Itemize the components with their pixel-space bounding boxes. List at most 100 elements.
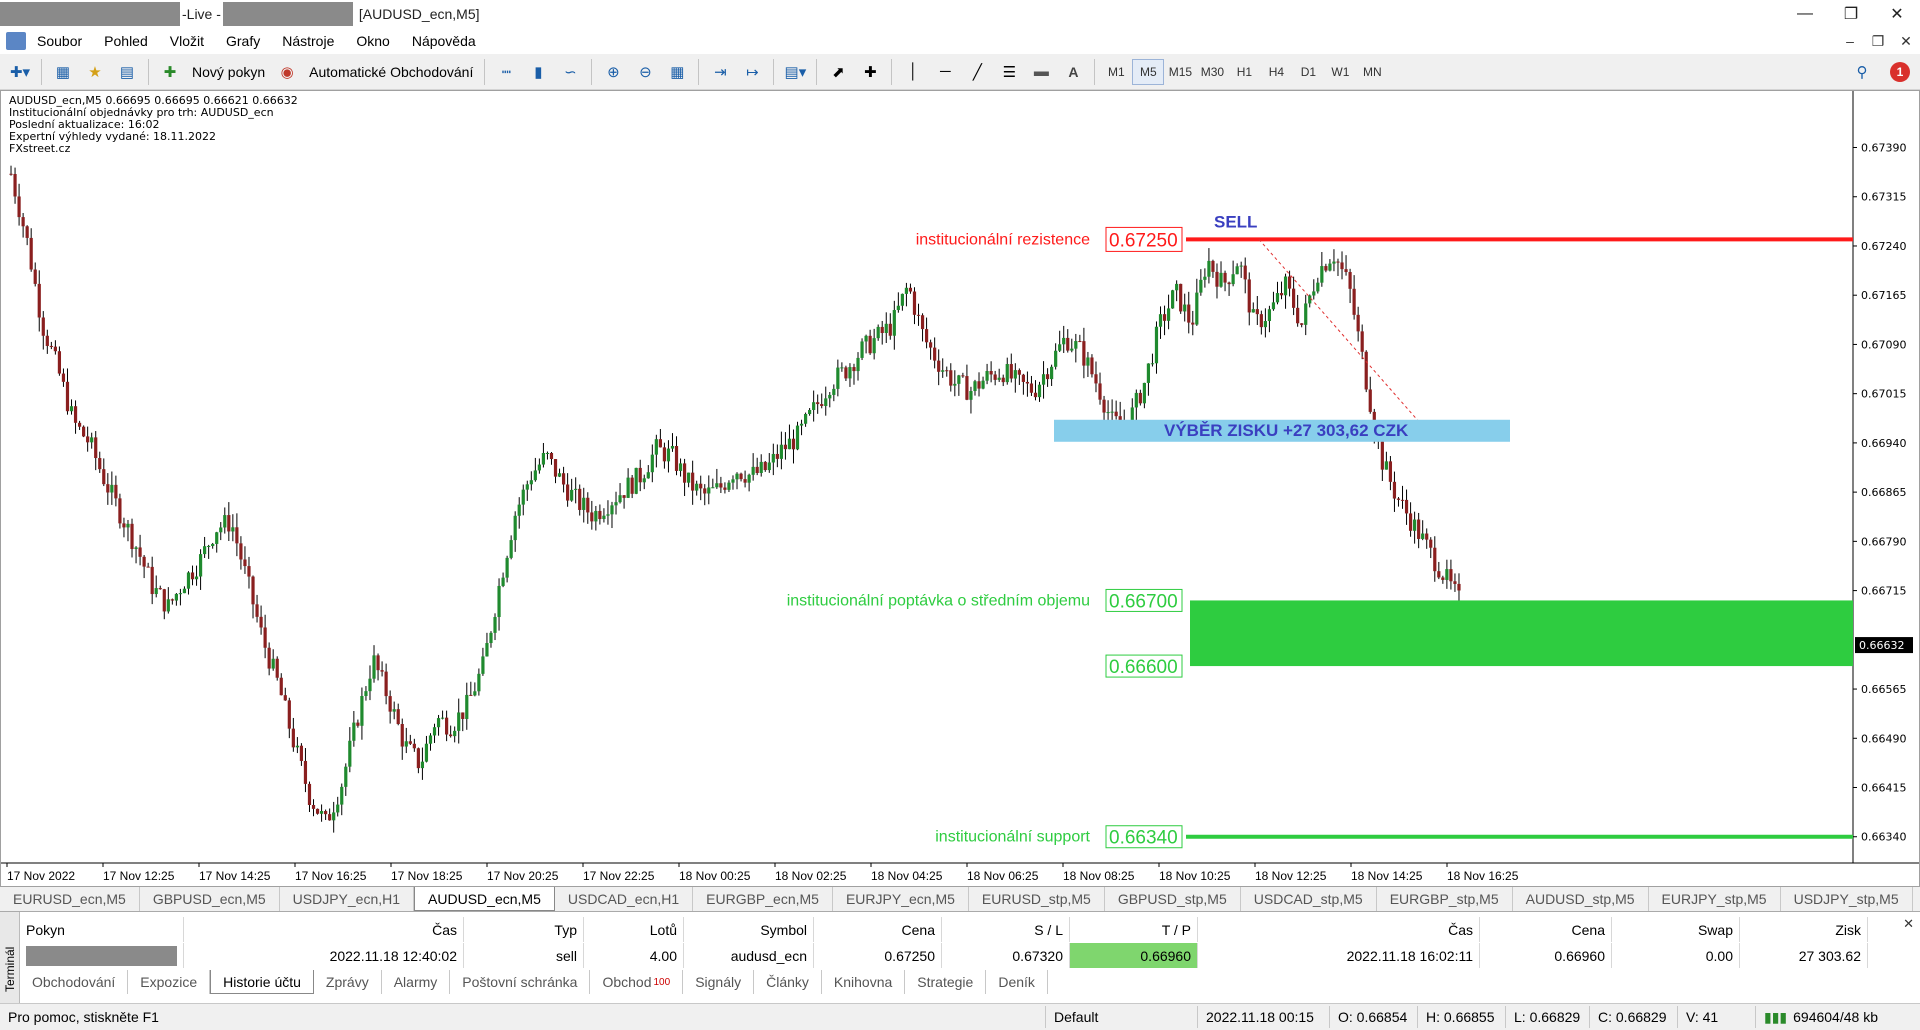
child-restore-icon[interactable]: ❐ <box>1864 28 1892 54</box>
candle-body <box>759 461 763 474</box>
redacted-server <box>222 2 353 26</box>
column-header[interactable]: Cena <box>1480 917 1612 942</box>
menu-nastroje[interactable]: Nástroje <box>271 33 345 49</box>
terminal-tab[interactable]: Alarmy <box>382 970 451 994</box>
column-header[interactable]: Čas <box>1198 917 1480 942</box>
menu-pohled[interactable]: Pohled <box>93 33 159 49</box>
chart-tab[interactable]: AUDUSD_stp,M5 <box>1513 887 1649 911</box>
chart-tab[interactable]: GBPUSD_stp,M5 <box>1105 887 1241 911</box>
auto-trading-icon[interactable]: ◉ <box>273 58 301 86</box>
search-icon[interactable]: ⚲ <box>1848 58 1876 86</box>
line-chart-icon[interactable]: ∽ <box>556 58 584 86</box>
close-icon[interactable]: ✕ <box>1874 0 1920 28</box>
trendline-icon[interactable]: ╱ <box>963 58 991 86</box>
table-cell <box>20 943 184 968</box>
column-header[interactable]: Typ <box>464 917 584 942</box>
table-row[interactable]: 2022.11.18 12:40:02 sell 4.00 audusd_ecn 0.6… <box>20 943 1900 968</box>
minimize-icon[interactable]: — <box>1782 0 1828 28</box>
new-chart-icon[interactable]: ✚▾ <box>6 58 34 86</box>
column-header[interactable]: Pokyn <box>20 917 184 942</box>
candle-body <box>1348 272 1352 289</box>
navigator-icon[interactable]: ▤ <box>113 58 141 86</box>
tf-h4[interactable]: H4 <box>1260 59 1292 85</box>
favorites-icon[interactable]: ★ <box>81 58 109 86</box>
column-header[interactable]: Čas <box>184 917 464 942</box>
auto-trading-button[interactable]: Automatické Obchodování <box>305 58 477 86</box>
chart-tab[interactable]: EURUSD_ecn,M5 <box>0 887 140 911</box>
menu-vlozit[interactable]: Vložit <box>159 33 215 49</box>
candlestick-icon[interactable]: ▮ <box>524 58 552 86</box>
child-close-icon[interactable]: ✕ <box>1892 28 1920 54</box>
chart-tab[interactable]: EURGBP_stp,M5 <box>1377 887 1513 911</box>
terminal-tab[interactable]: Zprávy <box>314 970 382 994</box>
chart-tab[interactable]: EURUSD_stp,M5 <box>969 887 1105 911</box>
tf-h1[interactable]: H1 <box>1228 59 1260 85</box>
cursor-icon[interactable]: ⬈ <box>824 58 852 86</box>
app-icon[interactable] <box>6 32 26 50</box>
candle-body <box>505 557 509 578</box>
zoom-in-icon[interactable]: ⊕ <box>599 58 627 86</box>
zoom-out-icon[interactable]: ⊖ <box>631 58 659 86</box>
indicators-icon[interactable]: ▤▾ <box>781 58 809 86</box>
column-header[interactable]: Cena <box>814 917 942 942</box>
column-header[interactable]: Swap <box>1612 917 1740 942</box>
chart-tab[interactable]: USDJPY_ecn,H1 <box>280 887 415 911</box>
autoscroll-icon[interactable]: ⇥ <box>706 58 734 86</box>
tf-m15[interactable]: M15 <box>1164 59 1196 85</box>
menu-soubor[interactable]: Soubor <box>26 33 93 49</box>
new-order-button[interactable]: Nový pokyn <box>188 58 269 86</box>
chart-tab[interactable]: USDCAD_stp,M5 <box>1241 887 1377 911</box>
terminal-tab[interactable]: Články <box>754 970 822 994</box>
menu-okno[interactable]: Okno <box>345 33 400 49</box>
terminal-tab[interactable]: Obchod 100 <box>590 970 684 994</box>
terminal-tab[interactable]: Poštovní schránka <box>450 970 591 994</box>
profiles-icon[interactable]: ▦ <box>49 58 77 86</box>
terminal-tab[interactable]: Expozice <box>128 970 211 994</box>
column-header[interactable]: Symbol <box>684 917 814 942</box>
terminal-tab[interactable]: Obchodování <box>20 970 129 994</box>
tf-m30[interactable]: M30 <box>1196 59 1228 85</box>
vertical-line-icon[interactable]: │ <box>899 58 927 86</box>
chart-tab[interactable]: GBPUSD_ecn,M5 <box>140 887 280 911</box>
price-chart[interactable]: 0.67250 institucionální rezistence SELL VÝB… <box>1 91 1919 886</box>
chart-tab[interactable]: EURJPY_stp,M5 <box>1649 887 1781 911</box>
chart-tab[interactable]: EURJPY_ecn,M5 <box>833 887 969 911</box>
chart-window[interactable]: 0.67250 institucionální rezistence SELL VÝB… <box>0 90 1920 887</box>
chart-tab[interactable]: AUDUSD_ecn,M5 <box>414 887 555 911</box>
terminal-tab[interactable]: Deník <box>986 970 1048 994</box>
chart-tab[interactable]: USDCAD_ecn,H1 <box>555 887 694 911</box>
chart-tab[interactable]: EURGBP_ecn,M5 <box>693 887 833 911</box>
terminal-tab[interactable]: Historie účtu <box>210 970 314 994</box>
menu-grafy[interactable]: Grafy <box>215 33 271 49</box>
column-header[interactable]: S / L <box>942 917 1070 942</box>
demand-zone[interactable] <box>1190 600 1853 667</box>
notification-badge[interactable]: 1 <box>1890 62 1910 82</box>
restore-icon[interactable]: ❐ <box>1828 0 1874 28</box>
channel-icon[interactable]: ☰ <box>995 58 1023 86</box>
column-header[interactable]: Lotů <box>584 917 684 942</box>
tf-mn[interactable]: MN <box>1356 59 1388 85</box>
child-minimize-icon[interactable]: – <box>1836 28 1864 54</box>
tf-w1[interactable]: W1 <box>1324 59 1356 85</box>
new-order-icon[interactable]: ✚ <box>156 58 184 86</box>
terminal-tab[interactable]: Knihovna <box>822 970 906 994</box>
tf-d1[interactable]: D1 <box>1292 59 1324 85</box>
crosshair-icon[interactable]: ✚ <box>856 58 884 86</box>
tile-windows-icon[interactable]: ▦ <box>663 58 691 86</box>
horizontal-line-icon[interactable]: ─ <box>931 58 959 86</box>
terminal-close-icon[interactable]: ✕ <box>1903 916 1914 932</box>
candle-body <box>319 811 324 814</box>
chart-tab[interactable]: USDJPY_stp,M5 <box>1781 887 1913 911</box>
tf-m1[interactable]: M1 <box>1100 59 1132 85</box>
column-header[interactable]: T / P <box>1070 917 1198 942</box>
terminal-tab[interactable]: Signály <box>683 970 755 994</box>
chart-shift-icon[interactable]: ↦ <box>738 58 766 86</box>
tf-m5[interactable]: M5 <box>1132 58 1165 85</box>
text-tool-button[interactable]: A <box>1059 58 1087 86</box>
bar-chart-icon[interactable]: ┉ <box>492 58 520 86</box>
terminal-tab[interactable]: Strategie <box>905 970 987 994</box>
column-header[interactable]: Zisk <box>1740 917 1868 942</box>
x-tick-label: 18 Nov 04:25 <box>871 869 943 883</box>
rectangle-icon[interactable]: ▬ <box>1027 58 1055 86</box>
menu-napoveda[interactable]: Nápověda <box>401 33 487 49</box>
